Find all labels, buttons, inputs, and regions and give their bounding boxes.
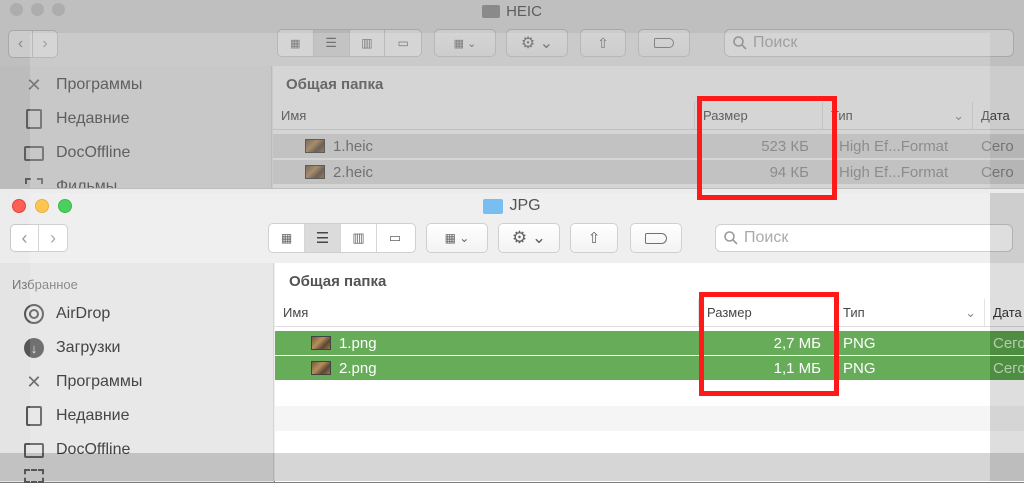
dim-overlay-panel	[30, 33, 990, 193]
dim-overlay-lower	[30, 193, 990, 453]
dim-overlay-right	[990, 193, 1024, 481]
size-column-highlight-heic	[697, 96, 837, 200]
size-column-highlight-jpg	[699, 292, 839, 396]
dim-overlay-lower-shade	[0, 453, 1024, 481]
chevron-left-icon: ‹	[21, 227, 28, 248]
close-button[interactable]	[12, 199, 26, 213]
